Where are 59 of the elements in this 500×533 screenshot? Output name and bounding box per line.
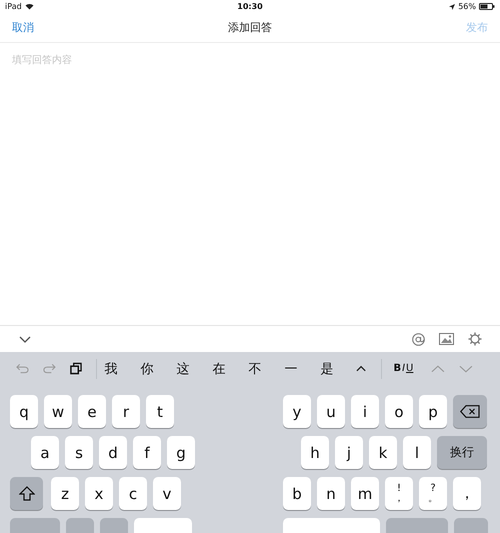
candidate-word[interactable]: 一 <box>284 360 320 378</box>
return-key[interactable]: 换行 <box>437 436 487 469</box>
redo-icon[interactable] <box>42 363 56 374</box>
settings-icon[interactable] <box>468 332 482 346</box>
device-name: iPad <box>5 2 22 11</box>
page-title: 添加回答 <box>228 20 272 35</box>
candidate-word[interactable]: 这 <box>176 360 213 378</box>
keyboard-key[interactable]: a <box>31 436 59 469</box>
keyboard-key[interactable]: ! ， <box>385 477 413 510</box>
candidate-word[interactable]: 在 <box>212 360 249 378</box>
undo-icon[interactable] <box>16 363 29 374</box>
keyboard-key[interactable]: t <box>146 395 174 428</box>
status-time: 10:30 <box>237 2 263 11</box>
backspace-key[interactable] <box>453 395 487 428</box>
keyboard-key[interactable]: f <box>133 436 161 469</box>
caret-up-icon[interactable] <box>356 365 367 372</box>
clipboard-icon[interactable] <box>70 362 82 375</box>
keyboard-key[interactable]: l <box>403 436 431 469</box>
at-sign-icon[interactable] <box>412 332 425 346</box>
battery-percent: 56% <box>458 2 476 11</box>
keyboard-key[interactable]: m <box>351 477 379 510</box>
keyboard-key[interactable]: z <box>51 477 79 510</box>
keyboard-key[interactable]: g <box>167 436 195 469</box>
shift-icon <box>18 486 34 501</box>
keyboard-key[interactable]: p <box>419 395 447 428</box>
image-icon[interactable] <box>439 333 454 345</box>
keyboard-key[interactable]: w <box>44 395 72 428</box>
candidate-word[interactable]: 你 <box>140 360 177 378</box>
keyboard-key[interactable]: o <box>385 395 413 428</box>
chevron-down-icon[interactable] <box>19 336 31 342</box>
keyboard-key[interactable]: e <box>78 395 106 428</box>
keyboard-key[interactable]: h <box>301 436 329 469</box>
keyboard-key[interactable]: d <box>99 436 127 469</box>
chevron-up-icon[interactable] <box>431 364 446 372</box>
keyboard-key[interactable]: q <box>10 395 38 428</box>
keyboard-key[interactable]: j <box>335 436 363 469</box>
location-arrow-icon <box>449 4 456 10</box>
candidate-word[interactable]: 不 <box>248 360 284 378</box>
keyboard-key[interactable]: n <box>317 477 345 510</box>
shift-key[interactable] <box>10 477 43 510</box>
keyboard-key[interactable]: c <box>119 477 147 510</box>
keyboard-key[interactable]: y <box>283 395 311 428</box>
keyboard-key[interactable]: r <box>112 395 140 428</box>
keyboard-key[interactable]: s <box>65 436 93 469</box>
keyboard-key[interactable]: i <box>351 395 379 428</box>
cancel-button[interactable]: 取消 <box>12 20 34 35</box>
backspace-icon <box>460 405 480 418</box>
keyboard-key[interactable]: b <box>283 477 311 510</box>
candidate-word[interactable]: 我 <box>104 360 141 378</box>
keyboard-key[interactable]: ? 。 <box>419 477 447 510</box>
candidate-word[interactable]: 是 <box>320 360 356 378</box>
battery-icon <box>479 3 495 10</box>
keyboard-key[interactable]: v <box>153 477 181 510</box>
keyboard-key[interactable]: k <box>369 436 397 469</box>
keyboard-key[interactable]: ， <box>453 477 481 510</box>
text-format-button[interactable]: BIU <box>393 363 414 374</box>
keyboard-key[interactable]: x <box>85 477 113 510</box>
keyboard-key[interactable]: u <box>317 395 345 428</box>
wifi-icon <box>24 3 34 10</box>
